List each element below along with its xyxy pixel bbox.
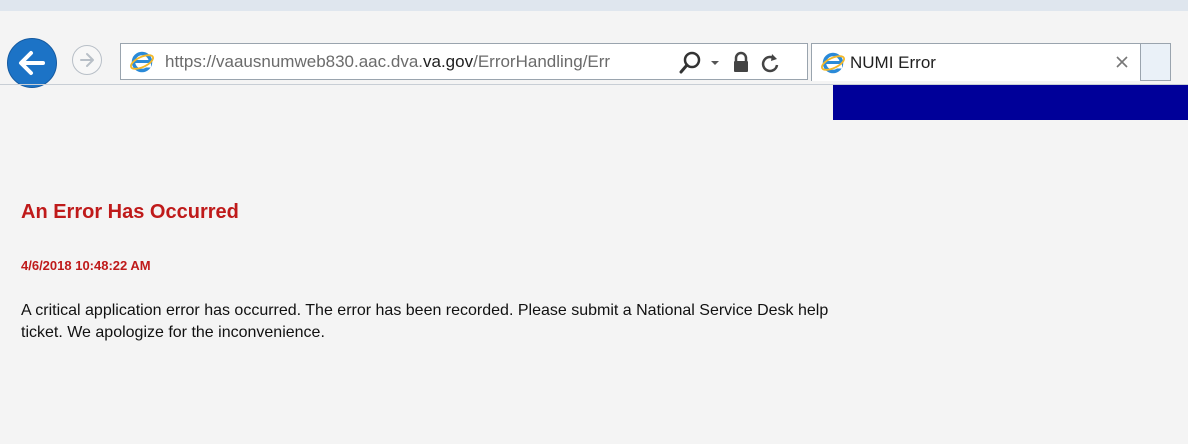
internet-explorer-icon [821,52,845,74]
close-icon [1116,56,1128,68]
forward-button[interactable] [72,45,102,75]
arrow-left-icon [19,51,45,75]
close-tab-button[interactable] [1112,52,1132,72]
page-header-banner [833,85,1188,120]
tab-title: NUMI Error [850,53,936,72]
internet-explorer-icon [130,51,154,73]
search-icon[interactable] [679,50,703,76]
url-prefix: https://vaausnumweb830.aac.dva. [165,52,423,71]
url-domain: va.gov [423,52,474,71]
url-text[interactable]: https://vaausnumweb830.aac.dva.va.gov/Er… [165,52,673,74]
error-title: An Error Has Occurred [21,201,239,223]
chevron-down-icon[interactable] [709,50,721,76]
error-timestamp: 4/6/2018 10:48:22 AM [21,258,151,273]
address-bar[interactable]: https://vaausnumweb830.aac.dva.va.gov/Er… [120,43,808,80]
title-bar [0,0,1188,11]
arrow-right-icon [80,53,94,67]
refresh-icon[interactable] [759,50,781,76]
browser-chrome: https://vaausnumweb830.aac.dva.va.gov/Er… [0,0,1188,88]
new-tab-button[interactable] [1141,43,1171,81]
lock-icon[interactable] [731,50,751,76]
tab-numi-error[interactable]: NUMI Error [811,43,1141,81]
error-message: A critical application error has occurre… [21,302,829,341]
back-button[interactable] [7,38,57,88]
url-path: /ErrorHandling/Err [473,52,611,71]
